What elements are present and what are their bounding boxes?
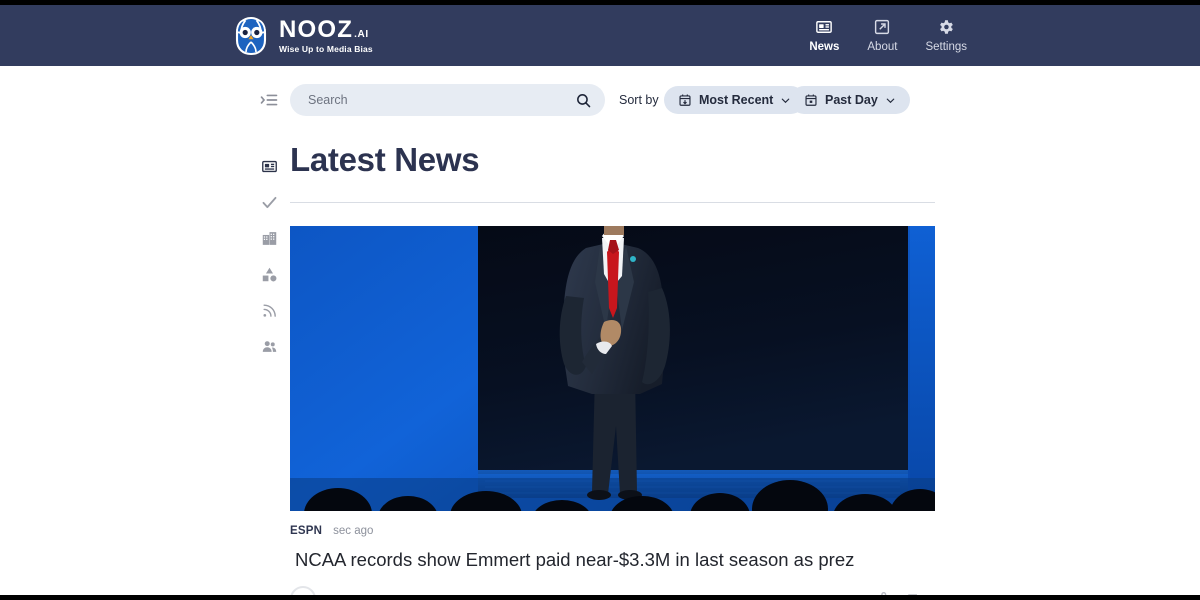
brand-text: NOOZ .AI Wise Up to Media Bias bbox=[279, 15, 373, 54]
rail-item-fact-check[interactable] bbox=[258, 191, 280, 213]
app-screen: NOOZ .AI Wise Up to Media Bias News Abou… bbox=[0, 0, 1200, 600]
people-icon bbox=[262, 340, 276, 352]
nav-label-news: News bbox=[809, 41, 840, 53]
search-icon bbox=[576, 93, 590, 107]
left-rail bbox=[258, 155, 280, 357]
main-nav: News About Settings bbox=[809, 18, 967, 53]
calendar-arrow-down-icon bbox=[679, 94, 691, 106]
external-link-icon bbox=[875, 19, 890, 35]
site-header: NOOZ .AI Wise Up to Media Bias News Abou… bbox=[0, 5, 1200, 66]
brand-name: NOOZ bbox=[279, 15, 354, 43]
letterbox-bottom bbox=[0, 595, 1200, 600]
brand-suffix: .AI bbox=[354, 28, 369, 40]
time-range-label: Past Day bbox=[825, 93, 878, 107]
article-headline[interactable]: NCAA records show Emmert paid near-$3.3M… bbox=[290, 548, 935, 572]
gear-icon bbox=[940, 20, 954, 34]
time-range-dropdown[interactable]: Past Day bbox=[790, 86, 910, 114]
brand-tagline: Wise Up to Media Bias bbox=[279, 43, 373, 54]
search-input[interactable] bbox=[290, 93, 565, 107]
newspaper-icon bbox=[816, 21, 833, 33]
list-indent-icon bbox=[260, 94, 278, 106]
search-submit-button[interactable] bbox=[565, 84, 601, 116]
sidebar-toggle-button[interactable] bbox=[259, 90, 279, 110]
nav-label-settings: Settings bbox=[925, 41, 967, 53]
rail-item-organizations[interactable] bbox=[258, 227, 280, 249]
building-icon bbox=[262, 231, 276, 245]
nav-label-about: About bbox=[867, 41, 898, 53]
letterbox-top bbox=[0, 0, 1200, 5]
sort-order-dropdown[interactable]: Most Recent bbox=[664, 86, 806, 114]
calendar-icon bbox=[805, 94, 817, 106]
search-toolbar: Sort by Most Recent P bbox=[0, 82, 1200, 118]
page-title: Latest News bbox=[290, 141, 480, 178]
rail-item-people[interactable] bbox=[258, 335, 280, 357]
article-meta: ESPN sec ago bbox=[290, 525, 935, 537]
search-bar bbox=[290, 84, 605, 116]
rail-item-topics[interactable] bbox=[258, 263, 280, 285]
article-source[interactable]: ESPN bbox=[290, 525, 322, 537]
nav-item-about[interactable]: About bbox=[867, 18, 897, 53]
check-icon bbox=[262, 196, 276, 208]
article-card: ESPN sec ago NCAA records show Emmert pa… bbox=[290, 226, 935, 600]
stage-photo bbox=[290, 226, 935, 511]
newspaper-icon bbox=[261, 160, 277, 172]
sort-order-label: Most Recent bbox=[699, 93, 774, 107]
article-timestamp: sec ago bbox=[333, 525, 374, 537]
sort-by-label: Sort by bbox=[619, 93, 659, 107]
rail-item-feeds[interactable] bbox=[258, 299, 280, 321]
chevron-down-icon bbox=[886, 98, 895, 103]
title-divider bbox=[290, 202, 935, 203]
rail-item-news[interactable] bbox=[258, 155, 280, 177]
brand-logo[interactable]: NOOZ .AI Wise Up to Media Bias bbox=[232, 16, 373, 56]
brand-wordmark: NOOZ .AI bbox=[279, 15, 373, 43]
rss-icon bbox=[262, 303, 276, 317]
shapes-icon bbox=[262, 267, 276, 281]
nav-item-settings[interactable]: Settings bbox=[925, 18, 967, 53]
owl-icon bbox=[235, 16, 267, 55]
nav-item-news[interactable]: News bbox=[809, 18, 839, 53]
article-thumbnail[interactable] bbox=[290, 226, 935, 511]
main-content: Latest News ESPN sec ago NCAA records sh… bbox=[290, 140, 935, 600]
